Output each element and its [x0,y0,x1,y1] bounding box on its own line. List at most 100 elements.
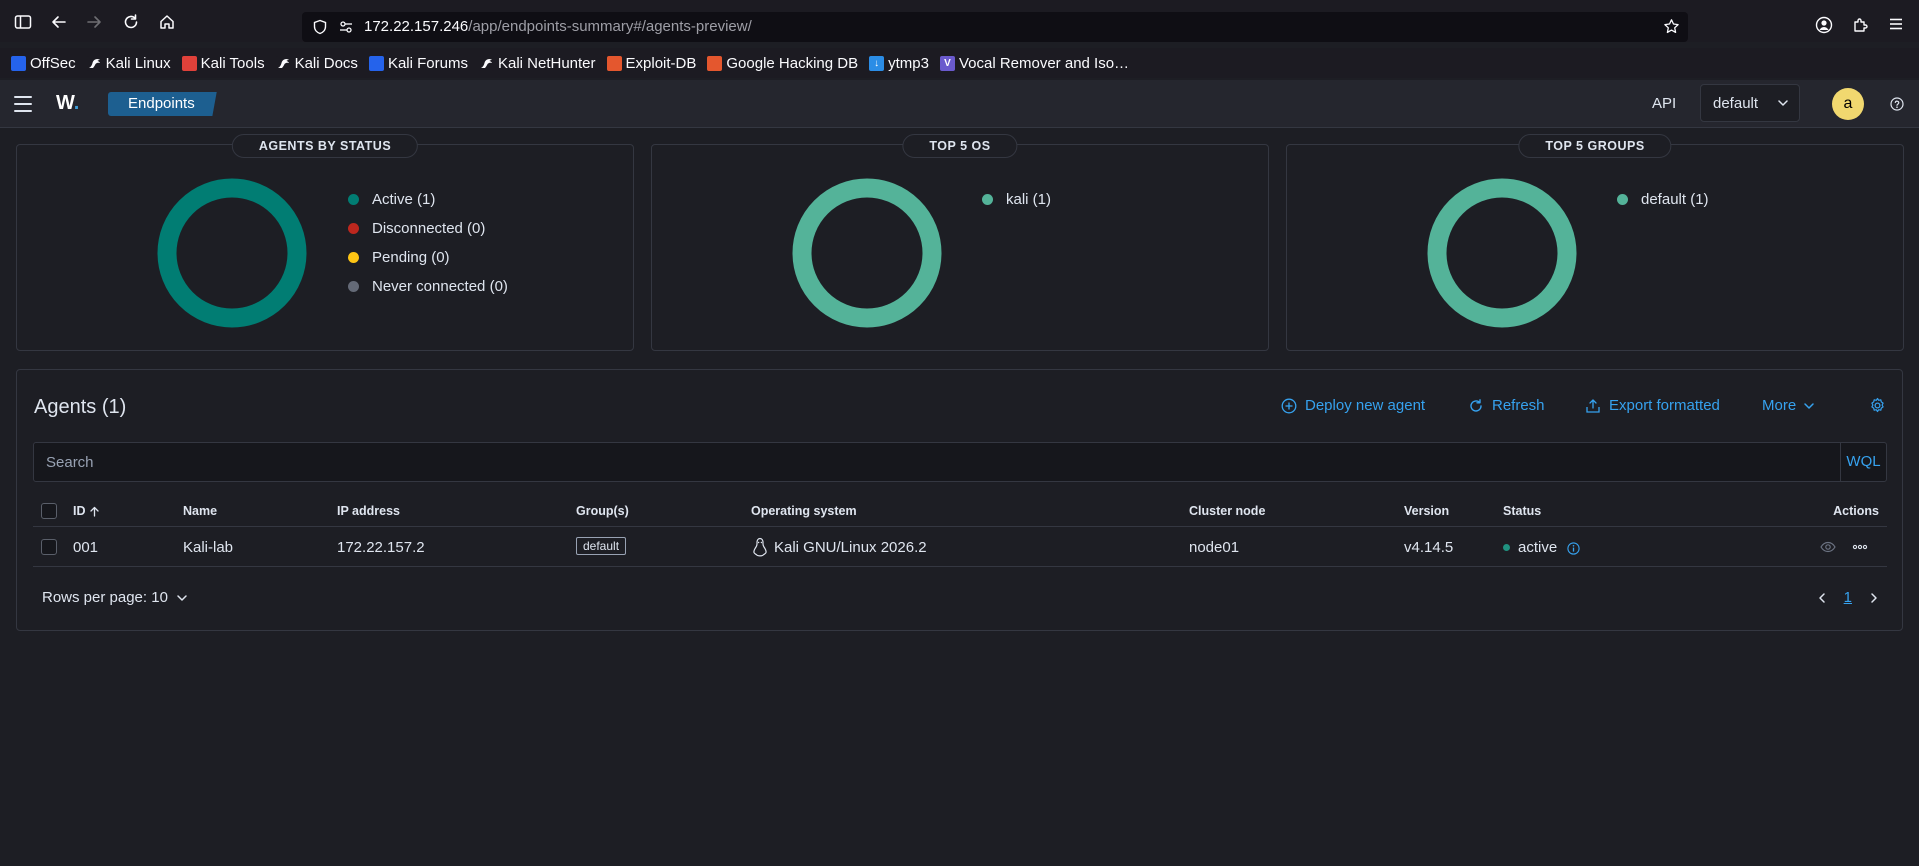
table-header: ID Name IP address Group(s) Operating sy… [33,495,1887,527]
bookmark-item[interactable]: Exploit-DB [606,55,696,72]
api-label[interactable]: API [1652,95,1676,112]
bookmark-label: ytmp3 [888,54,929,72]
summary-panel: AGENTS BY STATUS Active (1) Disconnected (… [16,134,634,351]
exploit-db-icon [606,55,622,71]
bookmark-label: Kali Linux [105,54,171,72]
column-name[interactable]: Name [183,504,217,518]
legend-item[interactable]: kali (1) [982,185,1051,214]
bookmark-label: Google Hacking DB [726,54,859,72]
column-cluster[interactable]: Cluster node [1189,504,1265,518]
help-icon[interactable] [1890,97,1904,111]
home-icon[interactable] [158,13,178,33]
rows-per-page-button[interactable]: Rows per page: 10 [42,589,188,606]
search-input[interactable] [34,443,1840,481]
deploy-new-agent-button[interactable]: Deploy new agent [1281,397,1425,414]
bookmark-item[interactable]: Kali Linux [86,54,171,72]
forward-icon[interactable] [85,13,105,33]
back-icon[interactable] [50,13,70,33]
bookmark-item[interactable]: Google Hacking DB [707,55,858,72]
legend-item[interactable]: Never connected (0) [348,272,508,301]
menu-icon[interactable] [14,96,32,117]
bookmark-item[interactable]: Kali NetHunter [478,55,596,72]
legend-dot [348,223,359,234]
api-selector-value: default [1713,95,1759,112]
avatar[interactable]: a [1832,88,1864,120]
agent-ip: 172.22.157.2 [337,539,425,556]
agent-version: v4.14.5 [1404,539,1454,556]
page-1-button[interactable]: 1 [1844,589,1852,606]
api-selector[interactable]: default [1700,84,1800,122]
column-status[interactable]: Status [1503,504,1541,518]
column-groups[interactable]: Group(s) [576,504,629,518]
column-os[interactable]: Operating system [751,504,857,518]
table-row[interactable]: 001 Kali-lab 172.22.157.2 default Kali G… [33,527,1887,567]
more-button[interactable]: More [1762,397,1823,414]
rows-per-page-label: Rows per page: 10 [42,589,168,606]
site-info-icon[interactable] [338,19,354,35]
table-settings-button[interactable] [1869,397,1894,414]
refresh-button[interactable]: Refresh [1468,397,1545,414]
sidebar-toggle-icon[interactable] [14,13,34,33]
bookmark-item[interactable]: V Vocal Remover and Iso… [939,55,1129,72]
url-bar[interactable]: 172.22.157.246/app/endpoints-summary#/ag… [302,12,1688,42]
refresh-icon [1470,398,1482,412]
legend-item[interactable]: default (1) [1617,185,1709,214]
agent-status: active [1503,539,1581,556]
export-formatted-button[interactable]: Export formatted [1585,397,1720,414]
donut-chart[interactable] [1427,178,1577,328]
select-all-checkbox[interactable] [41,503,57,519]
legend-dot [982,194,993,205]
legend-label: Disconnected (0) [372,220,486,237]
extensions-icon[interactable] [1852,16,1870,34]
column-id[interactable]: ID [73,504,100,518]
row-checkbox[interactable] [41,539,57,555]
donut-chart[interactable] [792,178,942,328]
next-page-icon[interactable] [1868,592,1880,604]
legend-label: Pending (0) [372,249,450,266]
bookmark-item[interactable]: Kali Docs [275,55,358,72]
legend-item[interactable]: Disconnected (0) [348,214,508,243]
donut-chart[interactable] [157,178,307,328]
export-icon [1586,398,1600,413]
agent-cluster: node01 [1189,539,1240,556]
bookmark-item[interactable]: OffSec [11,55,76,72]
tracking-shield-icon[interactable] [312,19,328,35]
reload-icon[interactable] [122,13,142,33]
bookmark-item[interactable]: Kali Tools [181,54,265,72]
column-ip[interactable]: IP address [337,504,400,518]
kali-forums-icon [368,55,384,71]
vocal-remover-icon: V [939,55,955,71]
summary-panel: TOP 5 GROUPS default (1) [1286,134,1904,351]
legend-item[interactable]: Active (1) [348,185,508,214]
legend-item[interactable]: Pending (0) [348,243,508,272]
bookmark-item[interactable]: Kali Forums [368,55,468,72]
plus-circle-icon [1281,398,1297,413]
offsec-icon [11,55,26,71]
info-icon[interactable] [1567,541,1581,555]
more-label: More [1762,397,1797,414]
group-badge[interactable]: default [576,537,627,555]
bookmark-item[interactable]: ↓ ytmp3 [869,55,929,72]
bookmark-label: Kali Tools [200,54,265,72]
url-text[interactable]: 172.22.157.246/app/endpoints-summary#/ag… [364,18,752,35]
wql-button[interactable]: WQL [1840,443,1886,481]
sort-ascending-icon [89,506,100,517]
export-label: Export formatted [1609,397,1720,414]
legend-dot [1617,194,1628,205]
breadcrumb-endpoints[interactable]: Endpoints [108,92,217,116]
agent-os: Kali GNU/Linux 2026.2 [774,539,927,556]
linux-icon [751,537,769,557]
panel-title: TOP 5 OS [902,134,1018,158]
app-menu-icon[interactable] [1888,16,1904,32]
view-details-icon[interactable] [1820,539,1836,555]
column-version[interactable]: Version [1404,504,1449,518]
pagination: 1 [1816,589,1880,606]
prev-page-icon[interactable] [1816,592,1828,604]
account-icon[interactable] [1815,16,1833,34]
chart-legend: kali (1) [982,185,1051,214]
bookmark-star-icon[interactable] [1663,18,1680,35]
wazuh-logo[interactable]: W. [56,92,84,116]
search-box: WQL [33,442,1887,482]
agents-table-panel: Agents (1) Deploy new agent Refresh Expo… [16,369,1903,631]
more-actions-icon[interactable] [1852,539,1868,555]
